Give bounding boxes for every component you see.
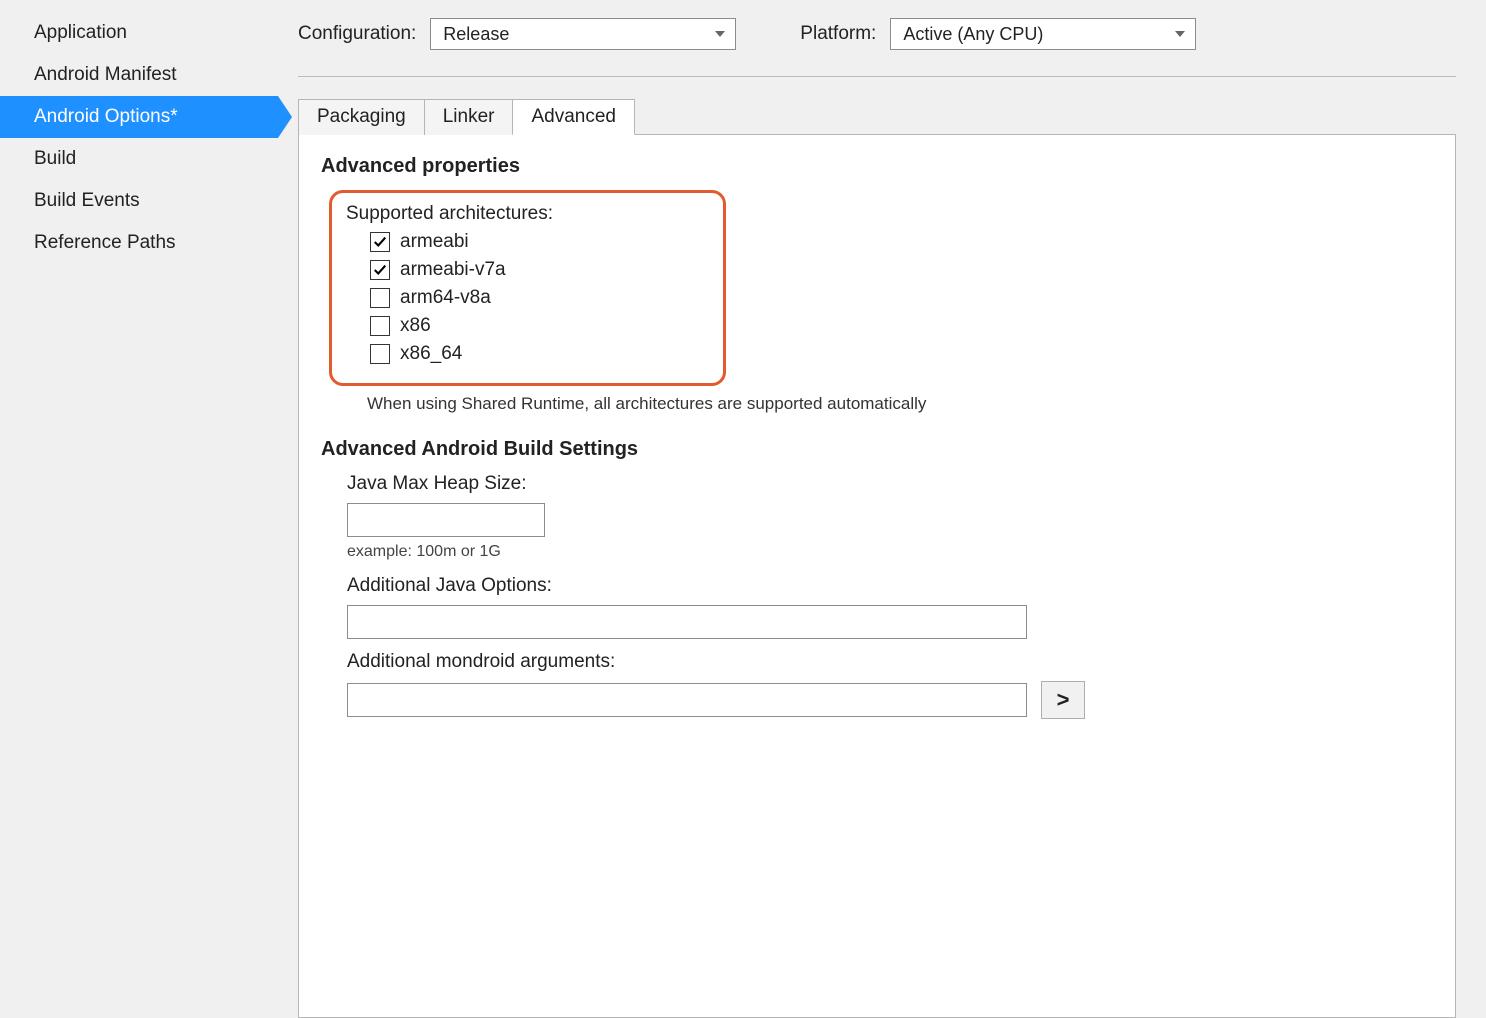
check-icon [373, 263, 387, 277]
arch-option-armeabi[interactable]: armeabi [370, 231, 553, 253]
arch-option-arm64-v8a[interactable]: arm64-v8a [370, 287, 553, 309]
architectures-highlight: Supported architectures: armeabi [329, 190, 726, 386]
checkbox-armeabi[interactable] [370, 232, 390, 252]
advanced-properties-heading: Advanced properties [321, 155, 1433, 178]
arch-option-x86[interactable]: x86 [370, 315, 553, 337]
mondroid-args-label: Additional mondroid arguments: [347, 651, 1433, 673]
sidebar-item-android-options[interactable]: Android Options* [0, 96, 278, 138]
java-heap-example: example: 100m or 1G [347, 543, 1433, 561]
options-tabbar: Packaging Linker Advanced [298, 99, 1456, 135]
arch-label: armeabi-v7a [400, 259, 506, 281]
tab-advanced[interactable]: Advanced [512, 99, 635, 135]
arch-label: x86_64 [400, 343, 462, 365]
checkbox-arm64-v8a[interactable] [370, 288, 390, 308]
arch-label: armeabi [400, 231, 469, 253]
java-heap-input[interactable] [347, 503, 545, 537]
configuration-value: Release [443, 24, 509, 45]
project-properties-sidebar: Application Android Manifest Android Opt… [0, 0, 278, 1018]
advanced-tabpanel: Advanced properties Supported architectu… [298, 134, 1456, 1018]
advanced-build-settings-heading: Advanced Android Build Settings [321, 438, 1433, 461]
sidebar-item-build[interactable]: Build [0, 138, 278, 180]
supported-architectures-label: Supported architectures: [346, 203, 553, 225]
java-heap-label: Java Max Heap Size: [347, 473, 1433, 495]
checkbox-armeabi-v7a[interactable] [370, 260, 390, 280]
checkbox-x86[interactable] [370, 316, 390, 336]
java-options-input[interactable] [347, 605, 1027, 639]
arch-label: arm64-v8a [400, 287, 491, 309]
checkbox-x86-64[interactable] [370, 344, 390, 364]
configuration-select[interactable]: Release [430, 18, 736, 50]
platform-select[interactable]: Active (Any CPU) [890, 18, 1196, 50]
mondroid-more-button[interactable]: > [1041, 681, 1085, 719]
arch-option-x86-64[interactable]: x86_64 [370, 343, 553, 365]
sidebar-item-application[interactable]: Application [0, 12, 278, 54]
check-icon [373, 235, 387, 249]
architectures-hint: When using Shared Runtime, all architect… [367, 394, 1433, 414]
platform-value: Active (Any CPU) [903, 24, 1043, 45]
arch-option-armeabi-v7a[interactable]: armeabi-v7a [370, 259, 553, 281]
platform-label: Platform: [800, 23, 876, 45]
sidebar-item-reference-paths[interactable]: Reference Paths [0, 222, 278, 264]
mondroid-args-input[interactable] [347, 683, 1027, 717]
chevron-down-icon [715, 31, 725, 37]
sidebar-item-android-manifest[interactable]: Android Manifest [0, 54, 278, 96]
configuration-label: Configuration: [298, 23, 416, 45]
chevron-down-icon [1175, 31, 1185, 37]
java-options-label: Additional Java Options: [347, 575, 1433, 597]
tab-packaging[interactable]: Packaging [298, 99, 425, 135]
sidebar-item-build-events[interactable]: Build Events [0, 180, 278, 222]
configuration-toolbar: Configuration: Release Platform: Active … [298, 18, 1456, 77]
tab-linker[interactable]: Linker [424, 99, 514, 135]
arch-label: x86 [400, 315, 431, 337]
